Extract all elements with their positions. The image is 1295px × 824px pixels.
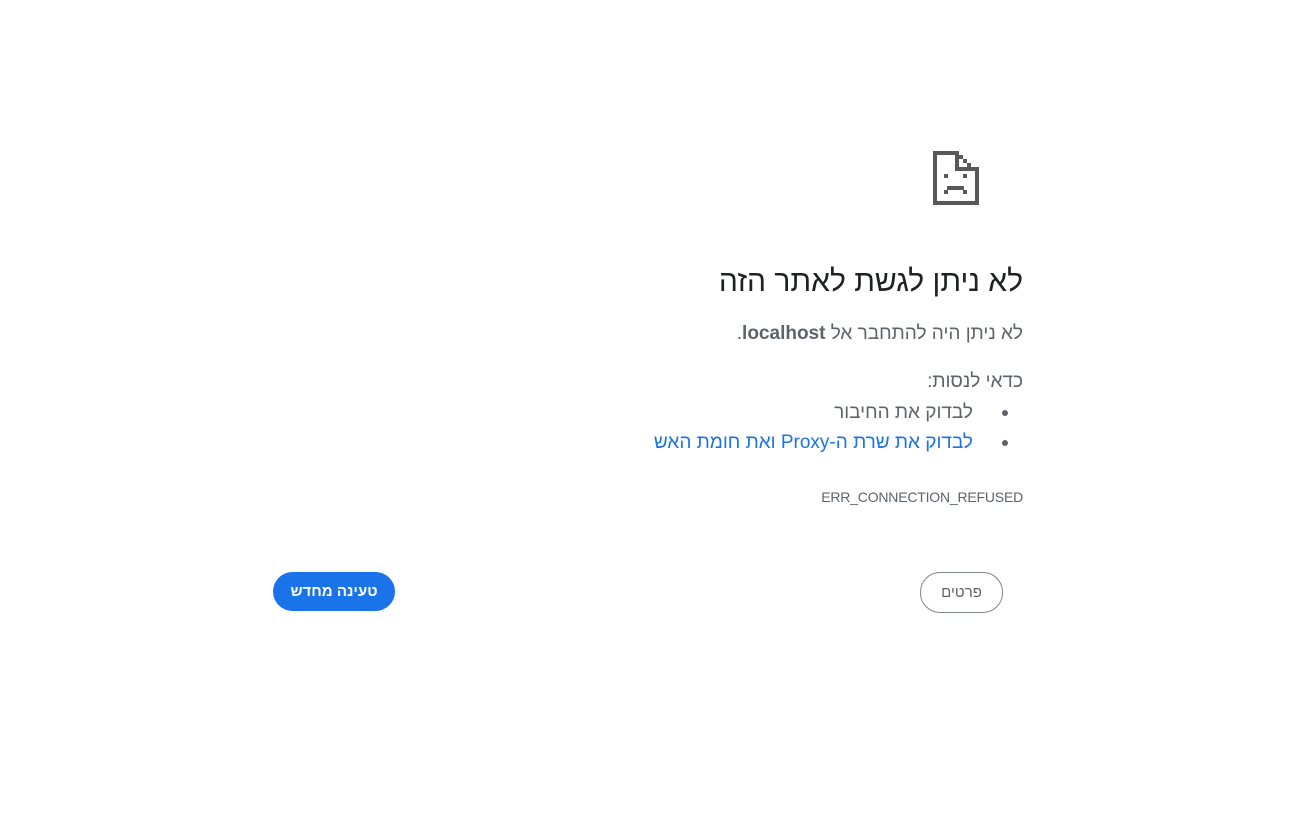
suggestion-item: לבדוק את שרת ה-Proxy ואת חומת האש bbox=[600, 428, 1008, 458]
reload-button[interactable]: טעינה מחדש bbox=[273, 572, 395, 611]
description-text: לא ניתן היה להתחבר אל bbox=[830, 323, 1023, 344]
error-description: לא ניתן היה להתחבר אל localhost. bbox=[600, 320, 1023, 348]
page-title: לא ניתן לגשת לאתר הזה bbox=[718, 265, 1023, 298]
sad-page-icon bbox=[932, 150, 980, 206]
bullet-icon bbox=[1002, 410, 1008, 416]
suggestion-check-proxy-link[interactable]: לבדוק את שרת ה-Proxy ואת חומת האש bbox=[654, 432, 973, 453]
bullet-icon bbox=[1002, 440, 1008, 446]
suggestions-list: לבדוק את החיבור לבדוק את שרת ה-Proxy ואת… bbox=[600, 398, 1023, 458]
suggestion-check-connection: לבדוק את החיבור bbox=[834, 402, 973, 423]
details-button[interactable]: פרטים bbox=[920, 572, 1003, 613]
host-name: localhost bbox=[742, 323, 826, 344]
error-code: ERR_CONNECTION_REFUSED bbox=[821, 489, 1023, 505]
try-label: כדאי לנסות: bbox=[927, 371, 1023, 392]
suggestion-item: לבדוק את החיבור bbox=[600, 398, 1008, 428]
error-content: לא ניתן לגשת לאתר הזה לא ניתן היה להתחבר… bbox=[600, 262, 1023, 506]
